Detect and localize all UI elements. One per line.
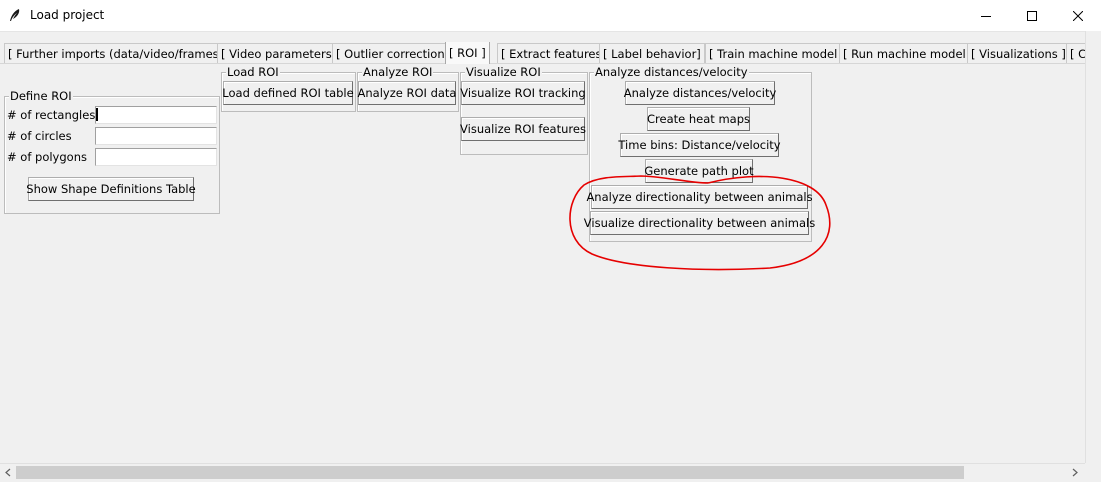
tab-video-parameters[interactable]: [ Video parameters ] bbox=[217, 43, 344, 63]
visualize-directionality-button[interactable]: Visualize directionality between animals bbox=[584, 211, 815, 235]
define-roi-title: Define ROI bbox=[9, 89, 73, 103]
tab-visualizations[interactable]: [ Visualizations ] bbox=[967, 43, 1070, 63]
visualize-roi-features-button[interactable]: Visualize ROI features bbox=[460, 117, 586, 141]
rectangles-input[interactable] bbox=[95, 106, 217, 124]
tab-further-imports[interactable]: [ Further imports (data/video/frames) ] bbox=[4, 43, 236, 63]
tab-content-border bbox=[0, 63, 1085, 64]
generate-path-plot-button[interactable]: Generate path plot bbox=[644, 159, 754, 183]
rectangles-label: # of rectangles bbox=[7, 108, 96, 122]
tab-roi[interactable]: [ ROI ] bbox=[445, 42, 490, 64]
circles-input[interactable] bbox=[95, 127, 217, 145]
scroll-right-arrow-icon[interactable] bbox=[1068, 466, 1082, 479]
tab-more[interactable]: [ C bbox=[1066, 43, 1085, 63]
text-cursor bbox=[96, 108, 98, 121]
scroll-left-arrow-icon[interactable] bbox=[1, 466, 15, 479]
minimize-button[interactable] bbox=[963, 0, 1009, 31]
close-button[interactable] bbox=[1055, 0, 1101, 31]
tab-label-behavior[interactable]: [ Label behavior] bbox=[599, 43, 705, 63]
polygons-label: # of polygons bbox=[7, 150, 87, 164]
tab-outlier-correction[interactable]: [ Outlier correction ] bbox=[332, 43, 457, 63]
title-bar: Load project bbox=[0, 0, 1101, 32]
circles-label: # of circles bbox=[7, 129, 72, 143]
create-heat-maps-button[interactable]: Create heat maps bbox=[647, 107, 750, 131]
feather-icon bbox=[8, 8, 22, 22]
show-shape-definitions-button[interactable]: Show Shape Definitions Table bbox=[26, 177, 196, 201]
visualize-roi-tracking-button[interactable]: Visualize ROI tracking bbox=[460, 81, 586, 105]
tab-bar: [ Further imports (data/video/frames) ] … bbox=[0, 42, 1085, 64]
time-bins-button[interactable]: Time bins: Distance/velocity bbox=[618, 133, 781, 157]
scroll-thumb[interactable] bbox=[16, 466, 964, 479]
analyze-distances-title: Analyze distances/velocity bbox=[594, 65, 749, 79]
horizontal-scrollbar[interactable] bbox=[0, 463, 1085, 481]
load-roi-table-button[interactable]: Load defined ROI table bbox=[222, 81, 354, 105]
tab-run-machine-model[interactable]: [ Run machine model ] bbox=[839, 43, 978, 63]
tab-train-machine-model[interactable]: [ Train machine model ] bbox=[705, 43, 850, 63]
analyze-roi-data-button[interactable]: Analyze ROI data bbox=[358, 81, 456, 105]
minimize-icon bbox=[981, 15, 991, 17]
analyze-distances-button[interactable]: Analyze distances/velocity bbox=[624, 81, 776, 105]
window-title: Load project bbox=[30, 8, 105, 22]
load-roi-title: Load ROI bbox=[226, 65, 280, 79]
analyze-roi-title: Analyze ROI bbox=[362, 65, 434, 79]
maximize-icon bbox=[1027, 10, 1037, 21]
tab-extract-features[interactable]: [ Extract features ] bbox=[497, 43, 614, 63]
maximize-button[interactable] bbox=[1009, 0, 1055, 31]
vertical-scrollbar[interactable] bbox=[1085, 31, 1101, 463]
polygons-input[interactable] bbox=[95, 148, 217, 166]
visualize-roi-title: Visualize ROI bbox=[465, 65, 542, 79]
close-icon bbox=[1073, 10, 1083, 21]
analyze-directionality-button[interactable]: Analyze directionality between animals bbox=[586, 185, 813, 209]
